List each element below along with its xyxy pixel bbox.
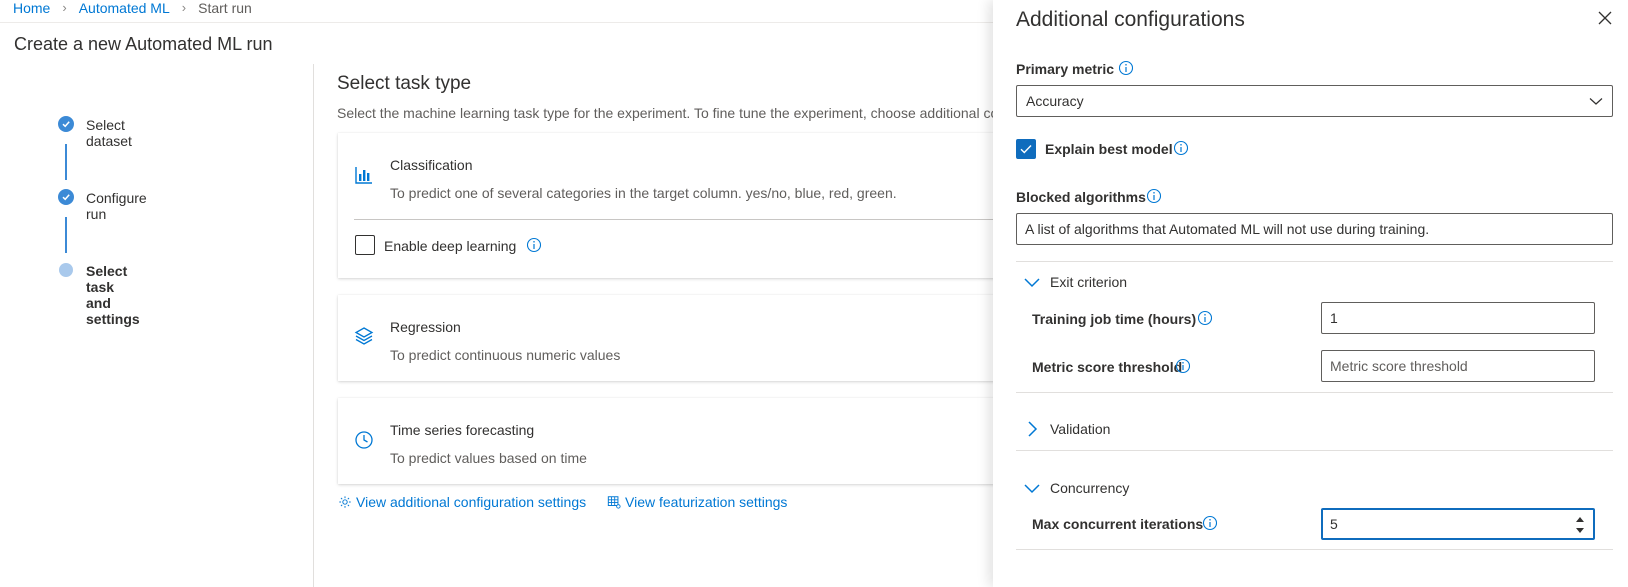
info-icon[interactable] [1202,515,1218,531]
deep-learning-checkbox[interactable] [355,235,375,255]
divider [1016,392,1613,393]
explain-best-model-checkbox[interactable] [1016,139,1036,159]
chevron-right-icon: › [62,0,67,15]
divider [1016,450,1613,451]
section-description: Select the machine learning task type fo… [337,105,997,121]
deep-learning-label: Enable deep learning [384,238,517,254]
divider [1016,261,1613,262]
step-current-dot [59,263,73,277]
training-time-value: 1 [1330,310,1338,326]
validation-header: Validation [1050,421,1111,437]
primary-metric-dropdown[interactable]: Accuracy [1016,85,1613,117]
view-additional-config-link[interactable]: View additional configuration settings [338,494,586,510]
exit-criterion-header: Exit criterion [1050,274,1128,290]
primary-metric-value: Accuracy [1026,93,1084,109]
check-icon [58,189,74,205]
task-title: Classification [390,157,473,173]
primary-metric-label: Primary metric [1016,61,1115,77]
training-time-label: Training job time (hours) [1032,311,1197,327]
page-title: Create a new Automated ML run [14,34,273,54]
info-icon[interactable] [1173,140,1189,156]
task-description: To predict continuous numeric values [390,347,621,363]
step-configure-run[interactable]: Configure run [86,190,147,222]
number-spinner[interactable] [1575,515,1585,535]
explain-best-model-label: Explain best model [1045,141,1173,157]
task-card-classification[interactable]: Classification To predict one of several… [338,133,998,278]
chevron-right-icon [1028,421,1038,437]
task-card-regression[interactable]: Regression To predict continuous numeric… [338,295,998,381]
spin-up-icon[interactable] [1575,515,1585,523]
info-icon[interactable] [1175,358,1191,374]
blocked-algorithms-label: Blocked algorithms [1016,189,1146,205]
breadcrumb: Home › Automated ML › Start run [13,0,252,16]
max-iterations-input[interactable]: 5 [1321,508,1595,540]
concurrency-header: Concurrency [1050,480,1130,496]
chevron-down-icon [1589,98,1603,105]
chevron-down-icon [1024,484,1040,494]
table-settings-icon [607,496,621,509]
view-additional-config-label: View additional configuration settings [356,494,587,510]
max-iterations-label: Max concurrent iterations [1032,516,1204,532]
task-description: To predict one of several categories in … [390,185,897,201]
header-divider [0,22,993,23]
blocked-algorithms-placeholder: A list of algorithms that Automated ML w… [1025,221,1430,237]
check-icon [1020,145,1032,154]
metric-threshold-label: Metric score threshold [1032,359,1183,375]
info-icon[interactable] [1146,188,1162,204]
task-card-time-series[interactable]: Time series forecasting To predict value… [338,398,998,484]
validation-toggle[interactable]: Validation [1024,421,1110,437]
steps-divider [313,64,314,587]
spin-down-icon[interactable] [1575,527,1585,535]
close-icon[interactable] [1597,10,1613,26]
layers-icon [354,327,374,345]
check-icon [58,116,74,132]
step-select-task[interactable]: Select task and settings [86,263,140,327]
breadcrumb-home-link[interactable]: Home [13,1,50,15]
bar-chart-icon [355,167,372,184]
info-icon[interactable] [1118,60,1134,76]
step-connector [65,144,67,180]
exit-criterion-toggle[interactable]: Exit criterion [1024,274,1127,290]
view-featurization-link[interactable]: View featurization settings [607,494,787,510]
breadcrumb-current: Start run [198,0,252,16]
info-icon[interactable] [526,237,542,253]
section-title: Select task type [337,73,472,94]
step-connector [65,217,67,253]
task-description: To predict values based on time [390,450,587,466]
divider [1016,549,1613,550]
metric-threshold-placeholder: Metric score threshold [1330,358,1468,374]
task-title: Regression [390,319,461,335]
chevron-down-icon [1024,278,1040,288]
view-featurization-label: View featurization settings [625,494,788,510]
additional-configurations-panel: Additional configurations Primary metric… [993,0,1628,587]
info-icon[interactable] [1197,310,1213,326]
panel-title: Additional configurations [1016,8,1245,31]
metric-threshold-input[interactable]: Metric score threshold [1321,350,1595,382]
max-iterations-value: 5 [1330,516,1338,532]
chevron-right-icon: › [181,0,187,15]
clock-icon [355,431,373,449]
breadcrumb-automated-ml-link[interactable]: Automated ML [79,1,170,15]
task-title: Time series forecasting [390,422,535,438]
concurrency-toggle[interactable]: Concurrency [1024,480,1129,496]
training-time-input[interactable]: 1 [1321,302,1595,334]
gear-icon [339,496,351,508]
blocked-algorithms-input[interactable]: A list of algorithms that Automated ML w… [1016,213,1613,245]
step-select-dataset[interactable]: Select dataset [86,117,132,149]
card-divider [354,219,998,220]
